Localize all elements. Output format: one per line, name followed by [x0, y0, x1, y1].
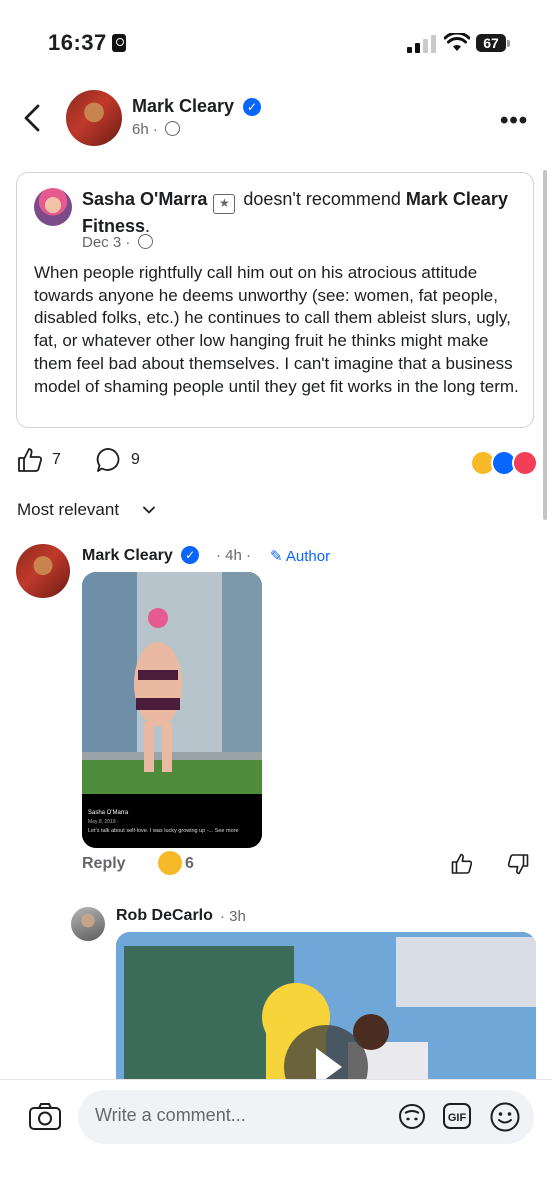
post-time: 6h — [132, 121, 149, 138]
signal-icon — [407, 35, 437, 53]
status-time: 16:37 — [48, 30, 107, 55]
haha-reaction-icon[interactable] — [158, 851, 182, 875]
commenter-name[interactable]: Mark Cleary ✓ — [82, 546, 200, 565]
comment-time: · 4h · — [216, 547, 252, 564]
avatar-sticker-icon[interactable] — [396, 1101, 428, 1131]
reply-time: · 3h — [220, 908, 246, 925]
post-author-text: Mark Cleary — [132, 96, 235, 116]
comment-reaction-count: 6 — [185, 855, 194, 872]
recommendation-meta: Dec 3 · — [82, 234, 153, 251]
meta-separator: · — [125, 234, 131, 251]
camera-icon[interactable] — [28, 1101, 62, 1131]
like-count: 7 — [52, 451, 61, 468]
embedded-post-date: May 8, 2019 · — [88, 819, 119, 825]
embedded-post-name: Sasha O'Marra — [88, 810, 129, 816]
comment-image[interactable]: Sasha O'Marra May 8, 2019 · Let's talk a… — [82, 572, 262, 848]
verified-badge-icon: ✓ — [181, 546, 200, 564]
comment-sort-dropdown[interactable]: Most relevant — [17, 500, 119, 520]
reply-author-name[interactable]: Rob DeCarlo — [116, 907, 213, 925]
author-badge: ✎ Author — [270, 547, 330, 565]
post-author-name[interactable]: Mark Cleary ✓ — [132, 96, 262, 117]
reply-button[interactable]: Reply — [82, 855, 126, 873]
author-avatar[interactable] — [66, 90, 122, 146]
verified-badge-icon: ✓ — [243, 98, 262, 116]
downvote-icon[interactable] — [506, 852, 530, 876]
battery-tip — [507, 40, 510, 47]
wifi-icon — [444, 33, 470, 51]
screen-record-icon — [112, 34, 126, 52]
more-options-button[interactable]: ••• — [500, 107, 528, 135]
reply-video[interactable] — [116, 932, 536, 1102]
globe-icon — [165, 121, 181, 136]
reviewer-avatar[interactable] — [34, 188, 72, 226]
chevron-down-icon[interactable] — [142, 503, 156, 517]
comment-count: 9 — [131, 451, 140, 468]
post-meta: 6h · — [132, 121, 181, 138]
scrollbar[interactable] — [543, 170, 547, 520]
recommendation-date: Dec 3 — [82, 234, 122, 251]
svg-text:GIF: GIF — [448, 1112, 467, 1124]
embedded-post-photo — [82, 572, 262, 848]
comment-input-placeholder: Write a comment... — [95, 1105, 246, 1125]
commenter-name-text: Mark Cleary — [82, 547, 173, 564]
reviewer-name[interactable]: Sasha O'Marra — [82, 189, 207, 209]
comment-icon[interactable] — [95, 446, 123, 474]
recommendation-headline: Sasha O'Marra ★ doesn't recommend Mark Cle… — [82, 189, 508, 236]
gif-icon[interactable]: GIF — [442, 1102, 472, 1130]
reply-avatar[interactable] — [71, 907, 105, 941]
video-thumbnail — [116, 932, 536, 1102]
author-badge-text: Author — [285, 548, 331, 565]
emoji-icon[interactable] — [489, 1101, 521, 1133]
recommendation-text: When people rightfully call him out on h… — [34, 263, 519, 396]
love-reaction-icon — [512, 450, 538, 476]
recommendation-verb: doesn't recommend — [243, 189, 401, 209]
upvote-icon[interactable] — [450, 852, 474, 876]
like-icon[interactable] — [16, 446, 44, 474]
back-button[interactable] — [18, 100, 48, 136]
star-badge-icon: ★ — [213, 194, 236, 214]
battery-level: 67 — [476, 34, 506, 52]
pencil-icon: ✎ — [270, 548, 283, 565]
embedded-post-text: Let's talk about self-love. I was lucky … — [88, 828, 239, 834]
commenter-avatar[interactable] — [16, 544, 70, 598]
meta-separator: · — [152, 121, 158, 138]
globe-icon — [137, 234, 153, 249]
